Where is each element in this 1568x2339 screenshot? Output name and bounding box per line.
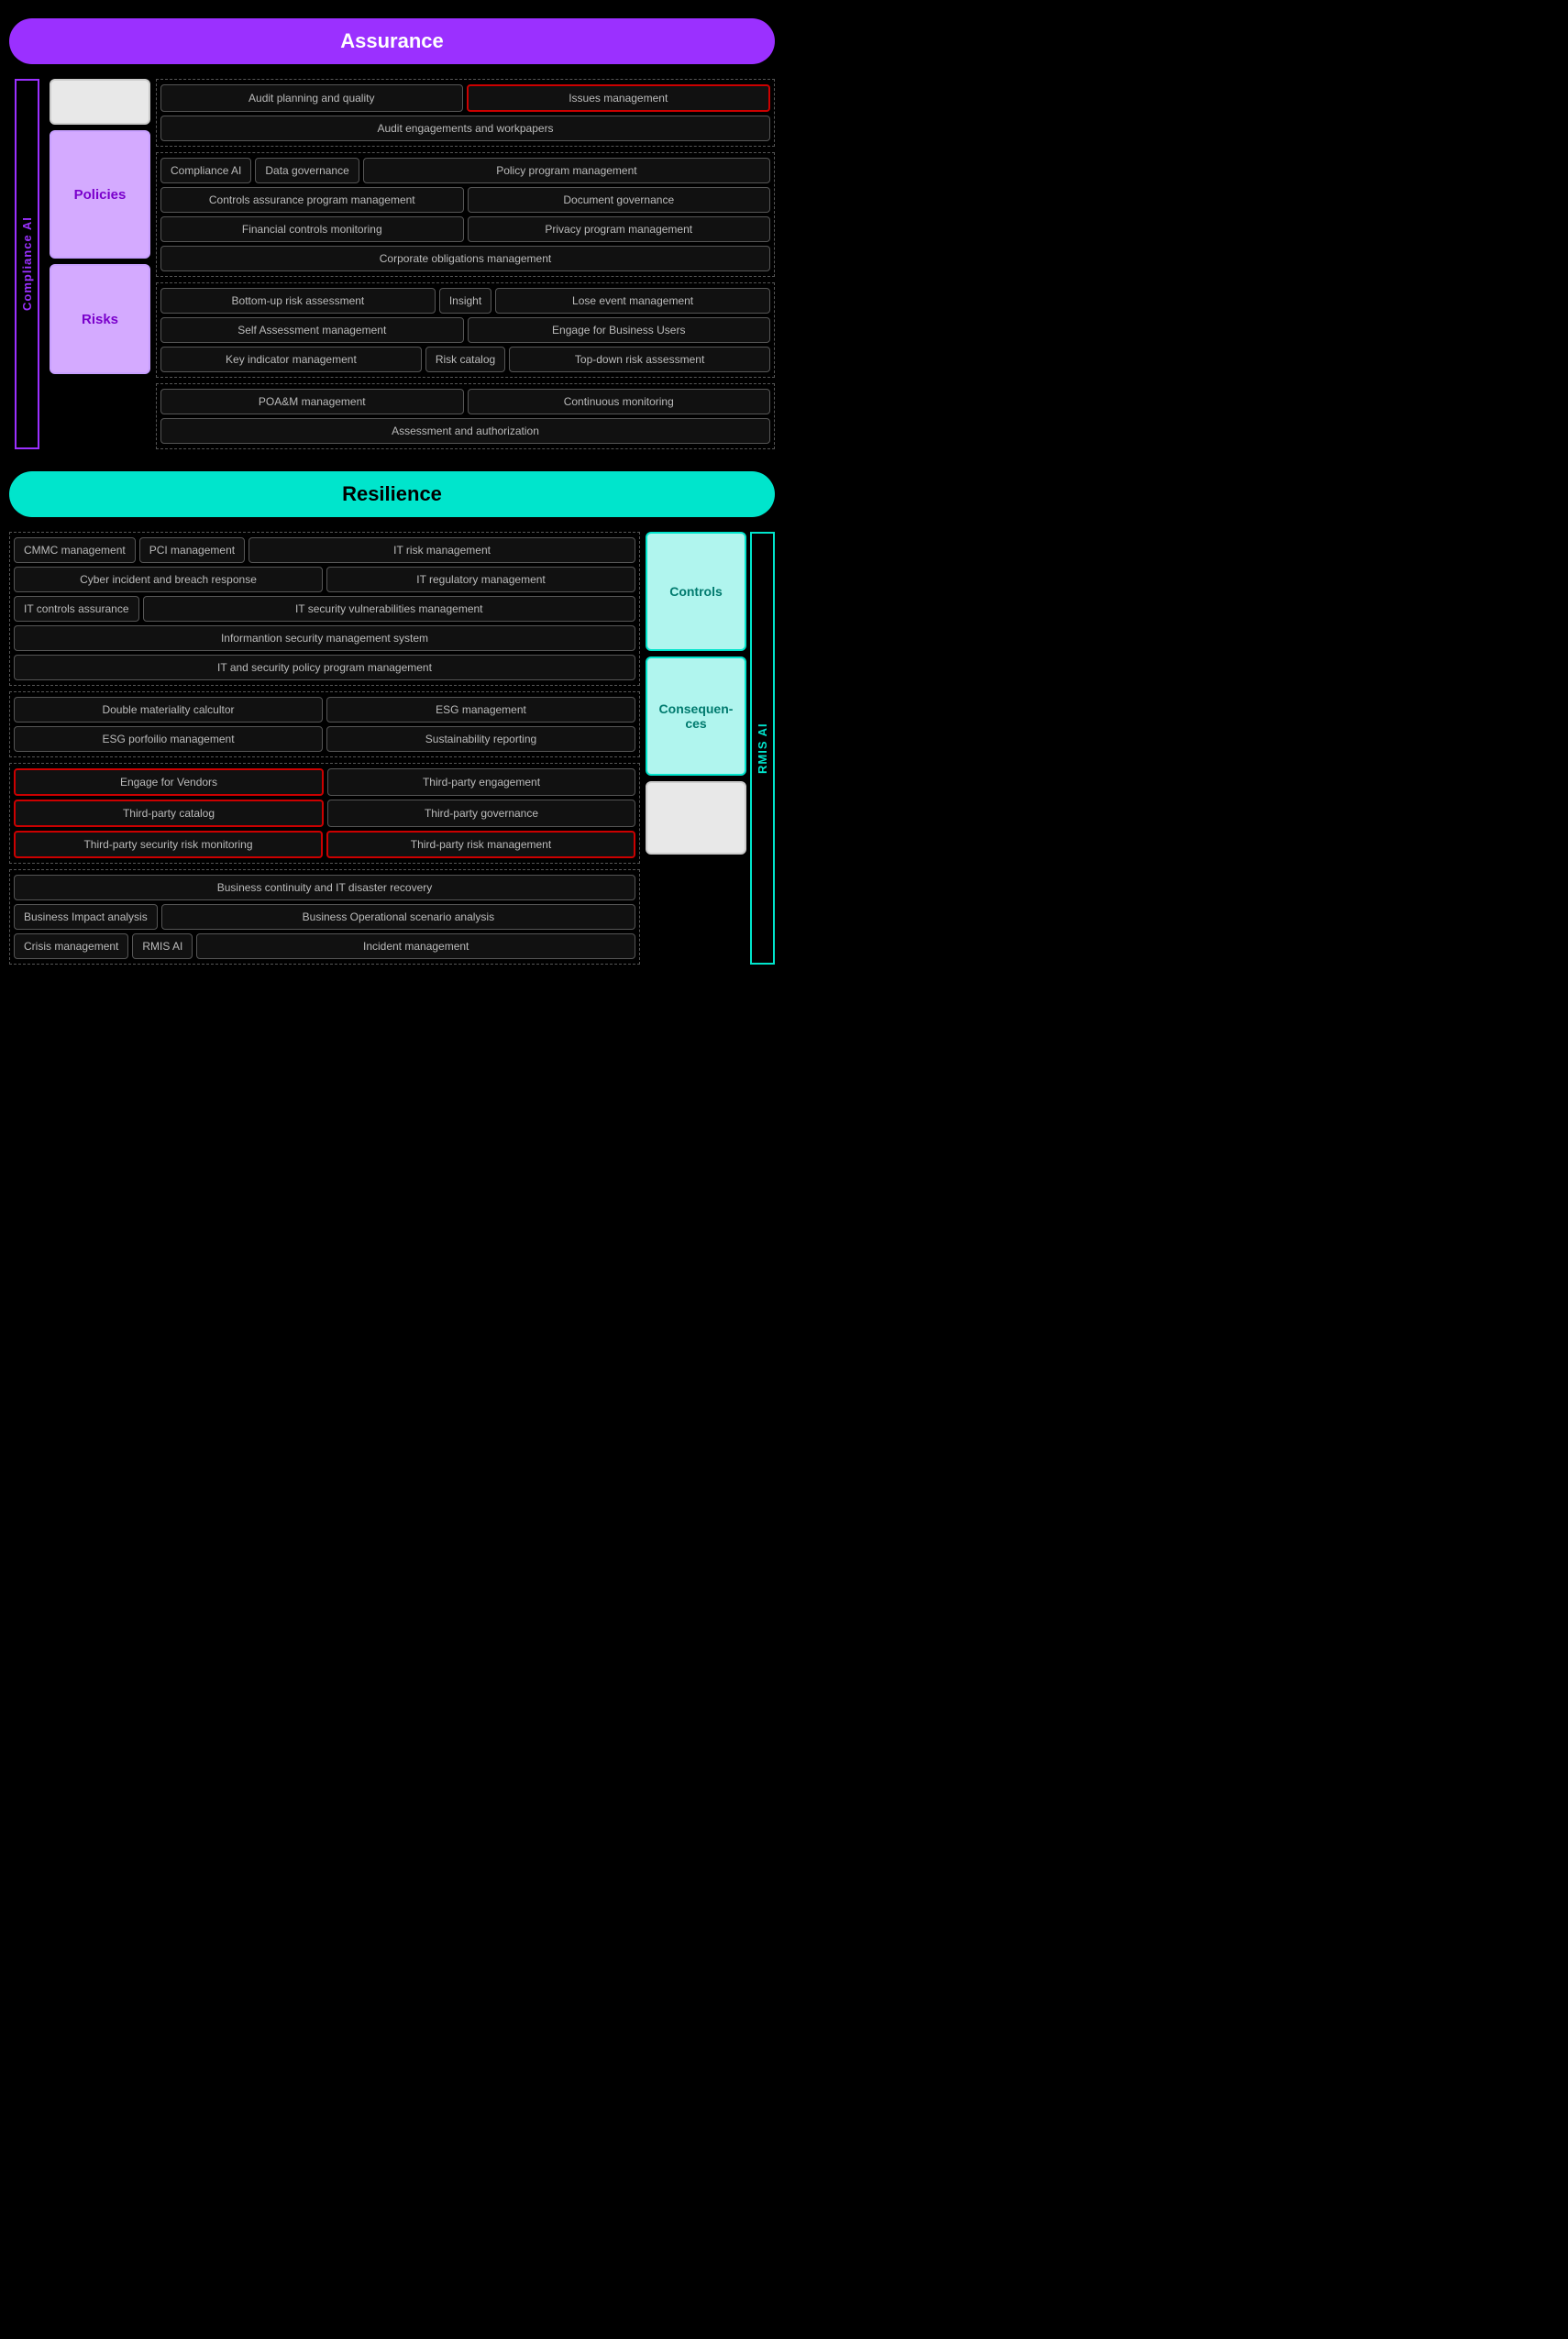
data-governance-cell: Data governance bbox=[255, 158, 359, 183]
issues-management-cell: Issues management bbox=[467, 84, 771, 112]
double-materiality-cell: Double materiality calcultor bbox=[14, 697, 323, 723]
it-row-1: CMMC management PCI management IT risk m… bbox=[14, 537, 635, 563]
thirdparty-row-2: Third-party catalog Third-party governan… bbox=[14, 800, 635, 827]
controls-box: Controls bbox=[646, 532, 746, 651]
assurance-side-categories: Policies Risks bbox=[50, 79, 150, 449]
business-continuity-cell: Business continuity and IT disaster reco… bbox=[14, 875, 635, 900]
empty-right-box bbox=[646, 781, 746, 855]
controls-assurance-cell: Controls assurance program management bbox=[160, 187, 464, 213]
compliance-group: Compliance AI Data governance Policy pro… bbox=[156, 152, 775, 277]
sustainability-cell: Sustainability reporting bbox=[326, 726, 635, 752]
it-controls-cell: IT controls assurance bbox=[14, 596, 139, 622]
engage-business-cell: Engage for Business Users bbox=[468, 317, 771, 343]
audit-row-2: Audit engagements and workpapers bbox=[160, 116, 770, 141]
thirdparty-catalog-cell: Third-party catalog bbox=[14, 800, 324, 827]
rmis-ai-vertical-label: RMIS AI bbox=[750, 532, 775, 965]
audit-group: Audit planning and quality Issues manage… bbox=[156, 79, 775, 147]
risk-catalog-cell: Risk catalog bbox=[425, 347, 505, 372]
audit-planning-cell: Audit planning and quality bbox=[160, 84, 463, 112]
risk-row-1: Bottom-up risk assessment Insight Lose e… bbox=[160, 288, 770, 314]
thirdparty-engagement-cell: Third-party engagement bbox=[327, 768, 635, 796]
thirdparty-row-1: Engage for Vendors Third-party engagemen… bbox=[14, 768, 635, 796]
corporate-obligations-cell: Corporate obligations management bbox=[160, 246, 770, 271]
assurance-content: Audit planning and quality Issues manage… bbox=[156, 79, 775, 449]
resilience-left: CMMC management PCI management IT risk m… bbox=[9, 532, 640, 965]
cmmc-cell: CMMC management bbox=[14, 537, 136, 563]
it-row-2: Cyber incident and breach response IT re… bbox=[14, 567, 635, 592]
cyber-incident-cell: Cyber incident and breach response bbox=[14, 567, 323, 592]
poam-row-1: POA&M management Continuous monitoring bbox=[160, 389, 770, 414]
incident-management-cell: Incident management bbox=[196, 933, 635, 959]
compliance-row-2: Controls assurance program management Do… bbox=[160, 187, 770, 213]
it-row-5: IT and security policy program managemen… bbox=[14, 655, 635, 680]
engage-vendors-cell: Engage for Vendors bbox=[14, 768, 324, 796]
compliance-ai-cell: Compliance AI bbox=[160, 158, 251, 183]
top-down-cell: Top-down risk assessment bbox=[509, 347, 770, 372]
business-impact-cell: Business Impact analysis bbox=[14, 904, 158, 930]
risk-group: Bottom-up risk assessment Insight Lose e… bbox=[156, 282, 775, 378]
assurance-section: Compliance AI Policies Risks Audit plann… bbox=[9, 79, 775, 449]
assessment-authorization-cell: Assessment and authorization bbox=[160, 418, 770, 444]
poam-management-cell: POA&M management bbox=[160, 389, 464, 414]
continuous-monitoring-cell: Continuous monitoring bbox=[468, 389, 771, 414]
pci-cell: PCI management bbox=[139, 537, 245, 563]
thirdparty-security-cell: Third-party security risk monitoring bbox=[14, 831, 323, 858]
assurance-cat-empty bbox=[50, 79, 150, 125]
compliance-ai-label-col: Compliance AI bbox=[9, 79, 44, 449]
it-row-3: IT controls assurance IT security vulner… bbox=[14, 596, 635, 622]
lose-event-cell: Lose event management bbox=[495, 288, 770, 314]
compliance-row-4: Corporate obligations management bbox=[160, 246, 770, 271]
assurance-cat-policies: Policies bbox=[50, 130, 150, 259]
privacy-program-cell: Privacy program management bbox=[468, 216, 771, 242]
thirdparty-risk-mgmt-cell: Third-party risk management bbox=[326, 831, 635, 858]
thirdparty-governance-cell: Third-party governance bbox=[327, 800, 635, 827]
document-governance-cell: Document governance bbox=[468, 187, 771, 213]
page-wrapper: Assurance Compliance AI Policies Risks bbox=[9, 18, 775, 965]
business-operational-cell: Business Operational scenario analysis bbox=[161, 904, 635, 930]
esg-portfolio-cell: ESG porfoilio management bbox=[14, 726, 323, 752]
continuity-row-3: Crisis management RMIS AI Incident manag… bbox=[14, 933, 635, 959]
audit-row-1: Audit planning and quality Issues manage… bbox=[160, 84, 770, 112]
insight-cell: Insight bbox=[439, 288, 491, 314]
compliance-ai-vertical-label: Compliance AI bbox=[15, 79, 39, 449]
policy-program-cell: Policy program management bbox=[363, 158, 770, 183]
compliance-row-3: Financial controls monitoring Privacy pr… bbox=[160, 216, 770, 242]
poam-group: POA&M management Continuous monitoring A… bbox=[156, 383, 775, 449]
continuity-row-2: Business Impact analysis Business Operat… bbox=[14, 904, 635, 930]
key-indicator-cell: Key indicator management bbox=[160, 347, 422, 372]
resilience-banner: Resilience bbox=[9, 471, 775, 517]
audit-engagements-cell: Audit engagements and workpapers bbox=[160, 116, 770, 141]
right-boxes-col: Controls Consequen-ces bbox=[646, 532, 746, 965]
continuity-group: Business continuity and IT disaster reco… bbox=[9, 869, 640, 965]
info-security-cell: Informantion security management system bbox=[14, 625, 635, 651]
continuity-row-1: Business continuity and IT disaster reco… bbox=[14, 875, 635, 900]
poam-row-2: Assessment and authorization bbox=[160, 418, 770, 444]
risk-row-2: Self Assessment management Engage for Bu… bbox=[160, 317, 770, 343]
esg-row-2: ESG porfoilio management Sustainability … bbox=[14, 726, 635, 752]
financial-controls-cell: Financial controls monitoring bbox=[160, 216, 464, 242]
assurance-cat-risks: Risks bbox=[50, 264, 150, 374]
crisis-management-cell: Crisis management bbox=[14, 933, 128, 959]
it-row-4: Informantion security management system bbox=[14, 625, 635, 651]
it-security-vuln-cell: IT security vulnerabilities management bbox=[143, 596, 636, 622]
esg-row-1: Double materiality calcultor ESG managem… bbox=[14, 697, 635, 723]
it-risk-cell: IT risk management bbox=[248, 537, 635, 563]
consequences-box: Consequen-ces bbox=[646, 656, 746, 776]
esg-group: Double materiality calcultor ESG managem… bbox=[9, 691, 640, 757]
resilience-right: Controls Consequen-ces RMIS AI bbox=[646, 532, 775, 965]
bottom-up-cell: Bottom-up risk assessment bbox=[160, 288, 436, 314]
assurance-banner: Assurance bbox=[9, 18, 775, 64]
esg-management-cell: ESG management bbox=[326, 697, 635, 723]
self-assessment-cell: Self Assessment management bbox=[160, 317, 464, 343]
it-security-policy-cell: IT and security policy program managemen… bbox=[14, 655, 635, 680]
risk-row-3: Key indicator management Risk catalog To… bbox=[160, 347, 770, 372]
rmis-ai-cell: RMIS AI bbox=[132, 933, 193, 959]
it-group: CMMC management PCI management IT risk m… bbox=[9, 532, 640, 686]
thirdparty-group: Engage for Vendors Third-party engagemen… bbox=[9, 763, 640, 864]
it-regulatory-cell: IT regulatory management bbox=[326, 567, 635, 592]
resilience-section: CMMC management PCI management IT risk m… bbox=[9, 532, 775, 965]
compliance-row-1: Compliance AI Data governance Policy pro… bbox=[160, 158, 770, 183]
thirdparty-row-3: Third-party security risk monitoring Thi… bbox=[14, 831, 635, 858]
